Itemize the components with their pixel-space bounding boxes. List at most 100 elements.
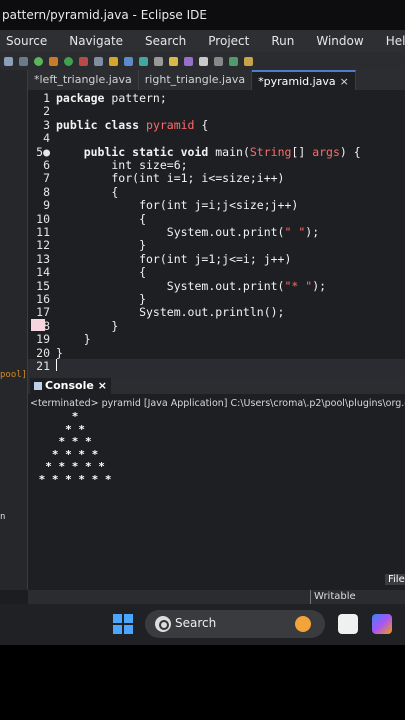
breakpoint-marker[interactable] [31,318,45,331]
back-icon[interactable] [229,56,238,66]
code-text: System.out.print(" "); [56,225,319,239]
external-tools-icon[interactable] [94,56,103,66]
line-number: 11 [36,225,50,239]
tab-left-triangle[interactable]: *left_triangle.java [28,70,139,90]
code-text: System.out.print("* "); [56,279,326,293]
new-java-project-icon[interactable] [109,56,118,66]
code-token: int size=6; [56,158,188,172]
code-line[interactable]: 3 public class pyramid { [28,117,405,132]
menu-source[interactable]: Source [6,34,47,48]
code-token: ); [312,278,327,293]
code-line[interactable]: 17 System.out.println(); [28,305,405,320]
line-number: 10 [36,211,50,226]
code-token: { [56,265,147,280]
save-icon[interactable] [19,56,28,66]
code-line[interactable]: 7 for(int i=1; i<=size;i++) [28,171,405,185]
code-line[interactable]: 14 { [28,265,405,280]
code-line[interactable]: 4 [28,131,405,145]
code-text: } [56,332,91,346]
console-output-line: * * * * * * [32,472,112,486]
line-number: 12 [36,238,50,253]
pin-icon[interactable] [199,56,208,66]
search-icon[interactable] [169,56,178,66]
close-icon[interactable]: × [98,379,107,392]
code-line[interactable]: 2 [28,104,405,118]
line-number: 6 [43,158,50,172]
code-editor[interactable]: 1 package pattern; 2 3 public class pyramid … [28,90,405,372]
line-number: 5● [36,144,50,159]
tab-pyramid[interactable]: *pyramid.java × [252,70,356,90]
new-icon[interactable] [4,56,13,66]
console-output-line: * * * * [32,447,99,461]
menu-run[interactable]: Run [271,34,294,48]
code-token: public static void [56,144,216,159]
taskbar: Search [0,604,405,645]
code-token: " " [284,225,306,239]
code-token: } [56,345,63,360]
annotation-icon[interactable] [184,56,193,66]
left-panel-label: pool] [0,370,28,380]
console-output-line: * [32,410,79,423]
menu-project[interactable]: Project [208,34,249,48]
line-number: 3 [43,117,50,132]
code-token: } [56,238,147,253]
code-line[interactable]: 20} [28,345,405,360]
console-output[interactable]: <terminated> pyramid [Java Application] … [28,394,405,590]
taskbar-search[interactable]: Search [145,610,325,638]
console-tab-label: Console [45,379,94,392]
tab-right-triangle[interactable]: right_triangle.java [139,70,253,90]
code-line[interactable]: 5● public static void main(String[] args… [28,144,405,159]
close-icon[interactable]: × [340,75,349,88]
console-output-line: * * [32,422,85,436]
code-line[interactable]: 18 } [28,318,405,333]
code-text: int size=6; [56,158,188,172]
code-line[interactable]: 21 [28,359,405,372]
menu-window[interactable]: Window [316,34,363,48]
code-token: System.out.print( [56,278,285,293]
menu-search[interactable]: Search [145,34,186,48]
code-token: { [194,117,209,132]
line-number: 17 [36,305,50,320]
line-number: 14 [36,265,50,280]
open-type-icon[interactable] [154,56,163,66]
code-line[interactable]: 13 for(int j=1;j<=i; j++) [28,252,405,266]
code-line[interactable]: 12 } [28,238,405,253]
code-text: package pattern; [56,91,167,105]
code-token: for(int j=i;j<size;j++) [56,198,299,213]
coverage-icon[interactable] [79,56,88,66]
code-text: public class pyramid { [56,118,208,132]
tab-console[interactable]: Console × [30,378,112,394]
new-package-icon[interactable] [124,56,133,66]
code-line[interactable]: 16 } [28,292,405,306]
menu-navigate[interactable]: Navigate [69,34,123,48]
code-line[interactable]: 11 System.out.print(" "); [28,225,405,239]
tab-label: right_triangle.java [144,73,246,86]
menu-help[interactable]: Help [386,34,405,48]
left-panel: pool] n [0,70,28,590]
forward-icon[interactable] [244,56,253,66]
files-label[interactable]: File [385,574,405,585]
search-label: Search [175,616,217,630]
code-line[interactable]: 9 for(int j=i;j<size;j++) [28,198,405,213]
tab-label: *left_triangle.java [34,73,132,86]
code-text: for(int i=1; i<=size;i++) [56,171,284,185]
start-icon[interactable] [113,614,133,634]
code-token: System.out.println(); [56,305,285,320]
code-line[interactable]: 15 System.out.print("* "); [28,279,405,293]
task-view-icon[interactable] [338,614,358,634]
copilot-icon[interactable] [372,614,392,634]
code-line[interactable]: 19 } [28,332,405,347]
next-annotation-icon[interactable] [214,56,223,66]
run-config-icon[interactable] [49,56,58,66]
code-token: main( [215,144,250,159]
line-number: 19 [36,332,50,347]
code-line[interactable]: 1 package pattern; [28,91,405,105]
debug-icon[interactable] [34,56,43,66]
code-line[interactable]: 10 { [28,211,405,226]
new-class-icon[interactable] [139,56,148,66]
run-icon[interactable] [64,56,73,66]
code-line[interactable]: 6 int size=6; [28,158,405,172]
line-number: 20 [36,345,50,360]
code-token: } [56,318,119,333]
code-line[interactable]: 8 { [28,185,405,199]
